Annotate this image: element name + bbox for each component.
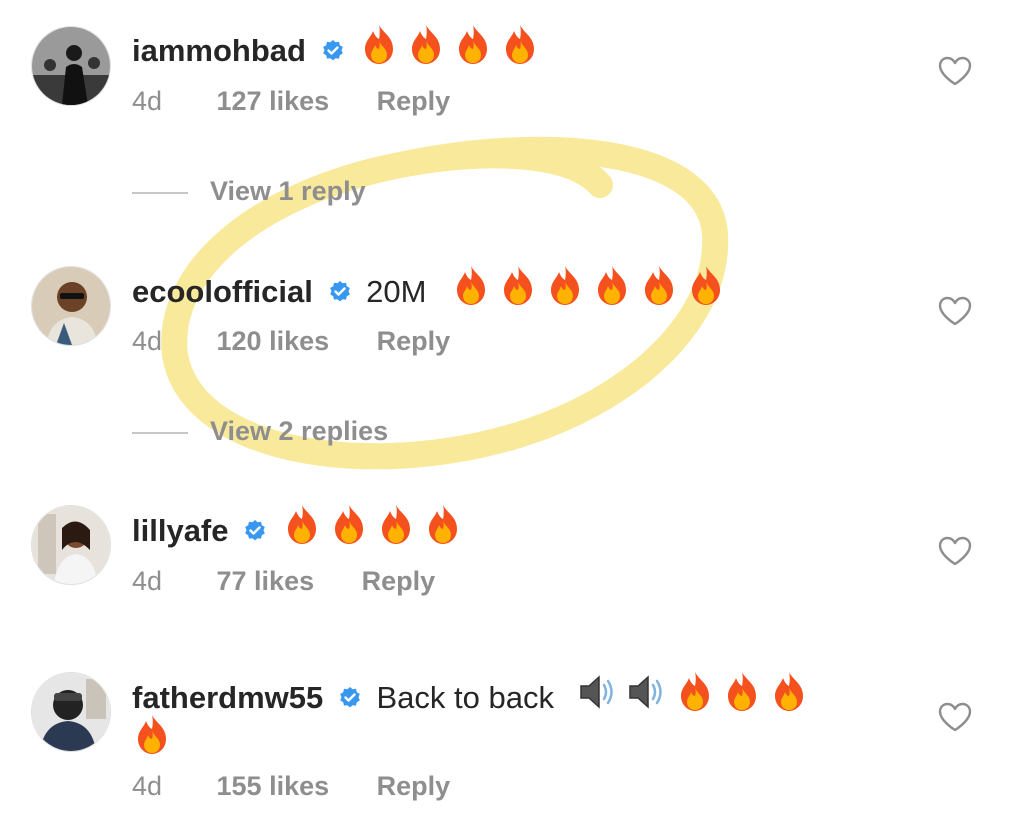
comment-timestamp: 4d bbox=[132, 326, 163, 356]
comment-username[interactable]: iammohbad bbox=[132, 33, 306, 68]
verified-badge-icon bbox=[321, 33, 345, 73]
reply-divider bbox=[132, 191, 188, 194]
fire-emoji-icon bbox=[376, 503, 416, 555]
likes-count[interactable]: 127 likes bbox=[217, 86, 330, 117]
heart-outline-icon[interactable] bbox=[938, 296, 972, 326]
reply-button[interactable]: Reply bbox=[377, 771, 451, 802]
speaker-emoji-icon bbox=[577, 672, 619, 722]
heart-outline-icon[interactable] bbox=[938, 702, 972, 732]
fire-emoji-icon bbox=[329, 503, 369, 555]
comment-timestamp: 4d bbox=[132, 566, 163, 596]
comment-timestamp: 4d bbox=[132, 771, 163, 801]
comment-username[interactable]: fatherdmw55 bbox=[132, 680, 323, 715]
verified-badge-icon bbox=[328, 274, 352, 314]
verified-badge-icon bbox=[243, 513, 267, 553]
fire-emoji-icon bbox=[423, 503, 463, 555]
likes-count[interactable]: 155 likes bbox=[217, 771, 330, 802]
avatar[interactable] bbox=[31, 26, 111, 106]
fire-emoji-icon bbox=[453, 23, 493, 75]
comment-text: 20M bbox=[366, 274, 427, 309]
likes-count[interactable]: 120 likes bbox=[217, 326, 330, 357]
heart-outline-icon[interactable] bbox=[938, 536, 972, 566]
speaker-emoji-icon bbox=[626, 672, 668, 722]
view-replies-label: View 1 reply bbox=[210, 176, 366, 206]
likes-count[interactable]: 77 likes bbox=[217, 566, 315, 597]
fire-emoji-icon bbox=[675, 670, 715, 722]
fire-emoji-icon bbox=[132, 713, 172, 765]
comment-timestamp: 4d bbox=[132, 86, 163, 116]
avatar[interactable] bbox=[31, 266, 111, 346]
comment-username[interactable]: ecoolofficial bbox=[132, 274, 313, 309]
verified-badge-icon bbox=[338, 680, 362, 720]
view-replies-label: View 2 replies bbox=[210, 416, 389, 446]
view-replies-button[interactable]: View 1 reply bbox=[132, 176, 366, 207]
fire-emoji-icon bbox=[639, 264, 679, 316]
fire-emoji-icon bbox=[451, 264, 491, 316]
fire-emoji-icon bbox=[769, 670, 809, 722]
heart-outline-icon[interactable] bbox=[938, 56, 972, 86]
avatar[interactable] bbox=[31, 505, 111, 585]
fire-emoji-icon bbox=[592, 264, 632, 316]
fire-emoji-icon bbox=[406, 23, 446, 75]
fire-emoji-icon bbox=[282, 503, 322, 555]
view-replies-button[interactable]: View 2 replies bbox=[132, 416, 388, 447]
fire-emoji-icon bbox=[500, 23, 540, 75]
reply-divider bbox=[132, 431, 188, 434]
reply-button[interactable]: Reply bbox=[362, 566, 436, 597]
avatar[interactable] bbox=[31, 672, 111, 752]
fire-emoji-icon bbox=[498, 264, 538, 316]
reply-button[interactable]: Reply bbox=[377, 86, 451, 117]
fire-emoji-icon bbox=[722, 670, 762, 722]
reply-button[interactable]: Reply bbox=[377, 326, 451, 357]
comment-username[interactable]: lillyafe bbox=[132, 513, 229, 548]
comment-text: Back to back bbox=[376, 680, 554, 715]
fire-emoji-icon bbox=[686, 264, 726, 316]
fire-emoji-icon bbox=[545, 264, 585, 316]
fire-emoji-icon bbox=[359, 23, 399, 75]
